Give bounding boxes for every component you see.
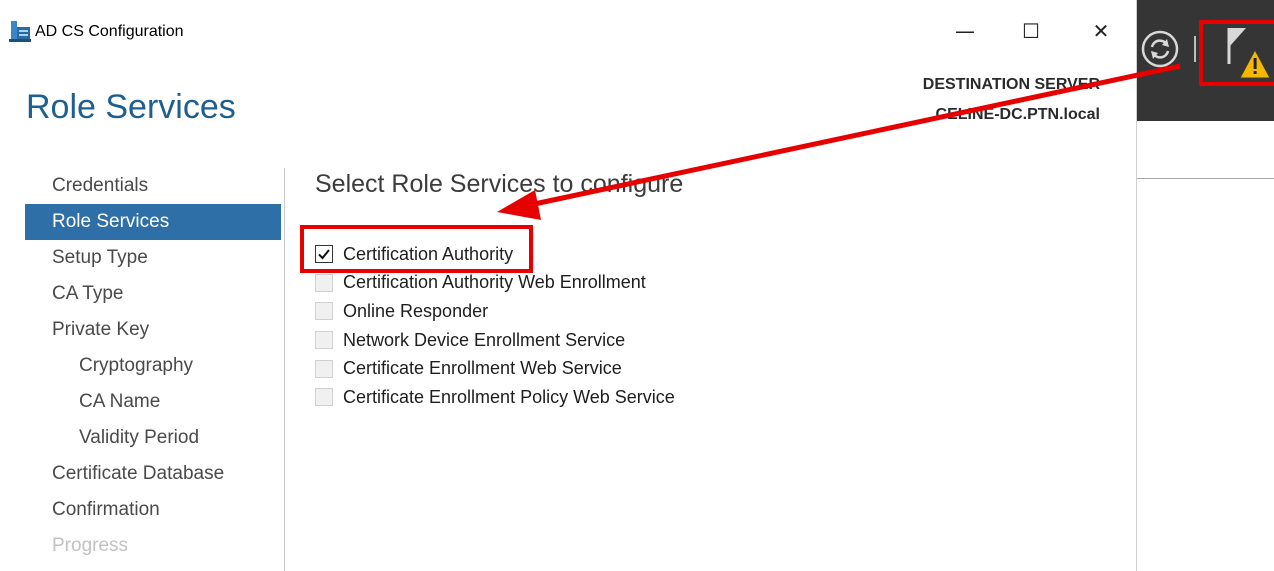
role-label: Certification Authority Web Enrollment [343, 272, 646, 293]
nav-divider [284, 168, 285, 571]
role-cert-enrollment-web-service[interactable]: Certificate Enrollment Web Service [315, 354, 675, 383]
checkmark-icon [318, 249, 330, 260]
checkbox-ndes[interactable] [315, 331, 333, 350]
checkbox-ca-web-enrollment[interactable] [315, 273, 333, 292]
nav-item-role-services[interactable]: Role Services [25, 204, 281, 240]
server-app-icon [9, 21, 31, 42]
toolbar-separator [1194, 36, 1196, 62]
role-ca-web-enrollment[interactable]: Certification Authority Web Enrollment [315, 269, 675, 298]
checkbox-cert-enrollment-web-service[interactable] [315, 359, 333, 378]
ad-cs-configuration-dialog: AD CS Configuration — ☐ ✕ Role Services … [0, 0, 1136, 571]
close-button[interactable]: ✕ [1078, 12, 1124, 50]
nav-item-setup-type[interactable]: Setup Type [25, 240, 281, 276]
notification-flag-icon[interactable] [1200, 20, 1274, 86]
role-label: Online Responder [343, 300, 489, 321]
role-cert-enrollment-policy-web-service[interactable]: Certificate Enrollment Policy Web Servic… [315, 383, 675, 412]
destination-server-name: CELINE-DC.PTN.local [935, 106, 1100, 123]
role-certification-authority[interactable]: Certification Authority [315, 240, 675, 269]
nav-item-credentials[interactable]: Credentials [25, 168, 281, 204]
nav-item-cryptography[interactable]: Cryptography [25, 348, 281, 384]
checkbox-certification-authority[interactable] [315, 245, 333, 264]
server-manager-content [1136, 121, 1274, 571]
checkbox-cert-enrollment-policy-web-service[interactable] [315, 388, 333, 407]
nav-item-confirmation[interactable]: Confirmation [25, 492, 281, 528]
page-title: Role Services [26, 88, 236, 126]
role-label: Certification Authority [343, 243, 514, 264]
nav-item-certificate-database[interactable]: Certificate Database [25, 456, 281, 492]
role-ndes[interactable]: Network Device Enrollment Service [315, 326, 675, 355]
nav-item-private-key[interactable]: Private Key [25, 312, 281, 348]
role-label: Certificate Enrollment Policy Web Servic… [343, 386, 675, 407]
checkbox-online-responder[interactable] [315, 302, 333, 321]
nav-item-ca-name[interactable]: CA Name [25, 384, 281, 420]
destination-server-label: DESTINATION SERVER [922, 76, 1100, 93]
refresh-icon[interactable] [1140, 29, 1180, 69]
window-title: AD CS Configuration [35, 23, 184, 40]
maximize-button[interactable]: ☐ [1008, 12, 1054, 50]
role-label: Certificate Enrollment Web Service [343, 358, 622, 379]
nav-item-progress: Progress [52, 535, 129, 556]
nav-item-ca-type[interactable]: CA Type [25, 276, 281, 312]
section-title: Select Role Services to configure [315, 170, 684, 198]
server-manager-divider [1136, 178, 1274, 179]
minimize-button[interactable]: — [942, 12, 988, 50]
title-bar: AD CS Configuration — ☐ ✕ [0, 6, 1136, 50]
nav-item-validity-period[interactable]: Validity Period [25, 420, 281, 456]
role-online-responder[interactable]: Online Responder [315, 297, 675, 326]
role-services-list: Certification Authority Certification Au… [315, 240, 675, 412]
role-label: Network Device Enrollment Service [343, 329, 626, 350]
wizard-nav: Credentials Role Services Setup Type CA … [25, 168, 281, 564]
